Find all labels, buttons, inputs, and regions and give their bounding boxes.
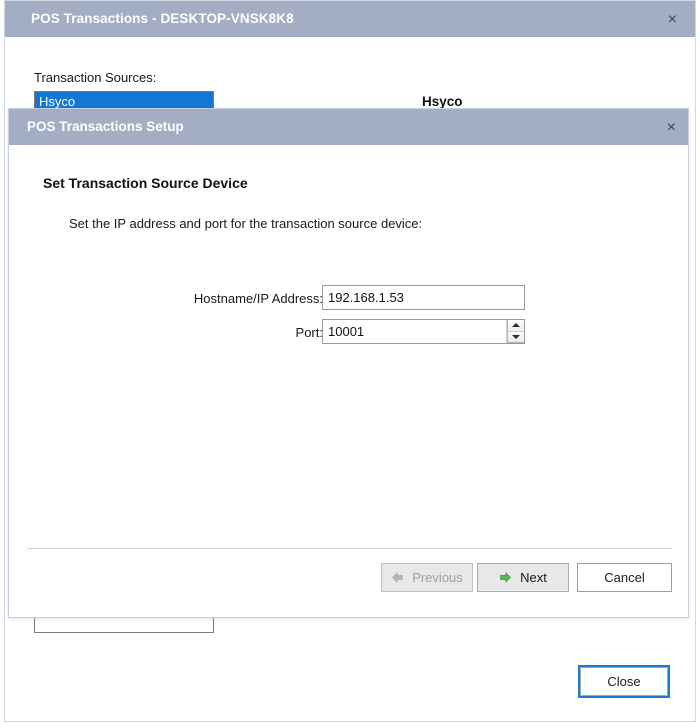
port-row: Port: xyxy=(9,319,688,353)
port-label: Port: xyxy=(295,325,323,340)
spinner-down-icon[interactable] xyxy=(507,331,524,343)
dialog-title-bar[interactable]: POS Transactions Setup × xyxy=(9,109,688,145)
pos-transactions-setup-dialog: POS Transactions Setup × Set Transaction… xyxy=(8,108,689,618)
previous-button[interactable]: Previous xyxy=(381,563,473,592)
outer-window-title: POS Transactions - DESKTOP-VNSK8K8 xyxy=(31,11,294,26)
close-icon[interactable]: × xyxy=(668,12,677,28)
port-spin-buttons[interactable] xyxy=(506,320,524,343)
spinner-up-icon[interactable] xyxy=(507,320,524,332)
transaction-sources-label: Transaction Sources: xyxy=(34,70,157,85)
dialog-close-icon[interactable]: × xyxy=(667,120,676,136)
dialog-body: Set Transaction Source Device Set the IP… xyxy=(9,145,688,617)
detail-panel-heading: Hsyco xyxy=(422,94,463,109)
step-description: Set the IP address and port for the tran… xyxy=(69,216,423,231)
port-stepper[interactable] xyxy=(322,319,525,344)
dialog-button-row: Previous Next Cancel xyxy=(9,563,688,595)
outer-title-bar[interactable]: POS Transactions - DESKTOP-VNSK8K8 × xyxy=(5,1,695,37)
hostname-label: Hostname/IP Address: xyxy=(193,291,323,306)
arrow-right-icon xyxy=(499,571,512,584)
next-button[interactable]: Next xyxy=(477,563,569,592)
footer-divider xyxy=(27,548,672,549)
next-button-label: Next xyxy=(520,570,547,585)
hostname-input[interactable] xyxy=(322,285,525,310)
cancel-button-label: Cancel xyxy=(604,570,645,585)
device-form: Hostname/IP Address: Port: xyxy=(9,285,688,353)
step-heading: Set Transaction Source Device xyxy=(43,175,248,191)
cancel-button[interactable]: Cancel xyxy=(577,563,672,592)
dialog-title: POS Transactions Setup xyxy=(27,119,184,134)
close-button[interactable]: Close xyxy=(578,665,670,698)
previous-button-label: Previous xyxy=(412,570,463,585)
hostname-row: Hostname/IP Address: xyxy=(9,285,688,319)
port-input[interactable] xyxy=(323,320,506,343)
arrow-left-icon xyxy=(391,571,404,584)
